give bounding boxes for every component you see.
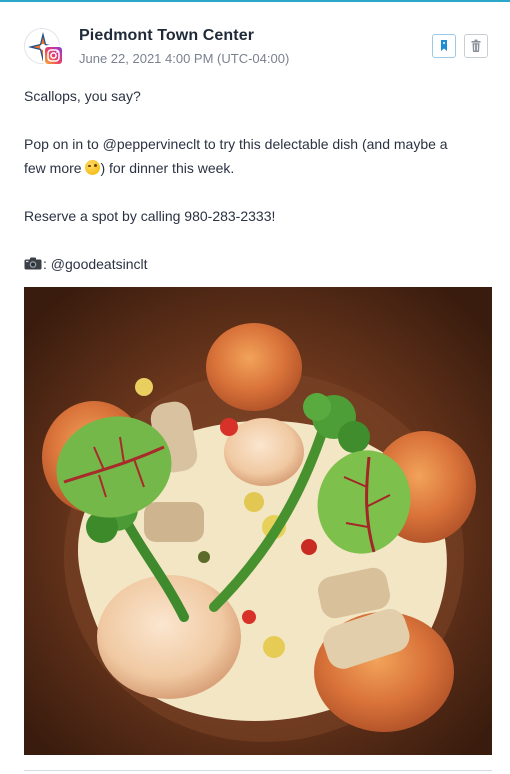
winking-face-icon [85, 160, 101, 175]
tag-icon [441, 40, 447, 51]
photo-credit: : @goodeatsinclt [43, 256, 148, 272]
post-header: Piedmont Town Center June 22, 2021 4:00 … [24, 26, 494, 70]
tag-button[interactable] [432, 34, 456, 58]
post-image[interactable] [24, 287, 492, 755]
bottom-divider [24, 770, 492, 771]
caption-line-2a: Pop on in to @peppervineclt to try this … [24, 136, 448, 152]
caption-line-3: Reserve a spot by calling 980-283-2333! [24, 208, 276, 224]
instagram-icon [43, 45, 64, 66]
caption-line-2b-before: few more [24, 160, 86, 176]
camera-icon [24, 257, 42, 270]
avatar[interactable] [24, 26, 64, 66]
top-accent-rule [0, 0, 510, 2]
trash-icon [471, 39, 481, 52]
scallop-dish-photo [24, 287, 492, 755]
delete-button[interactable] [464, 34, 488, 58]
post-timestamp: June 22, 2021 4:00 PM (UTC-04:00) [79, 51, 290, 66]
caption-line-2: Pop on in to @peppervineclt to try this … [24, 132, 494, 180]
caption-line-2b-after: ) for dinner this week. [100, 160, 235, 176]
caption-line-4: : @goodeatsinclt [24, 252, 494, 276]
caption-line-1: Scallops, you say? [24, 88, 141, 104]
account-name[interactable]: Piedmont Town Center [79, 27, 254, 45]
